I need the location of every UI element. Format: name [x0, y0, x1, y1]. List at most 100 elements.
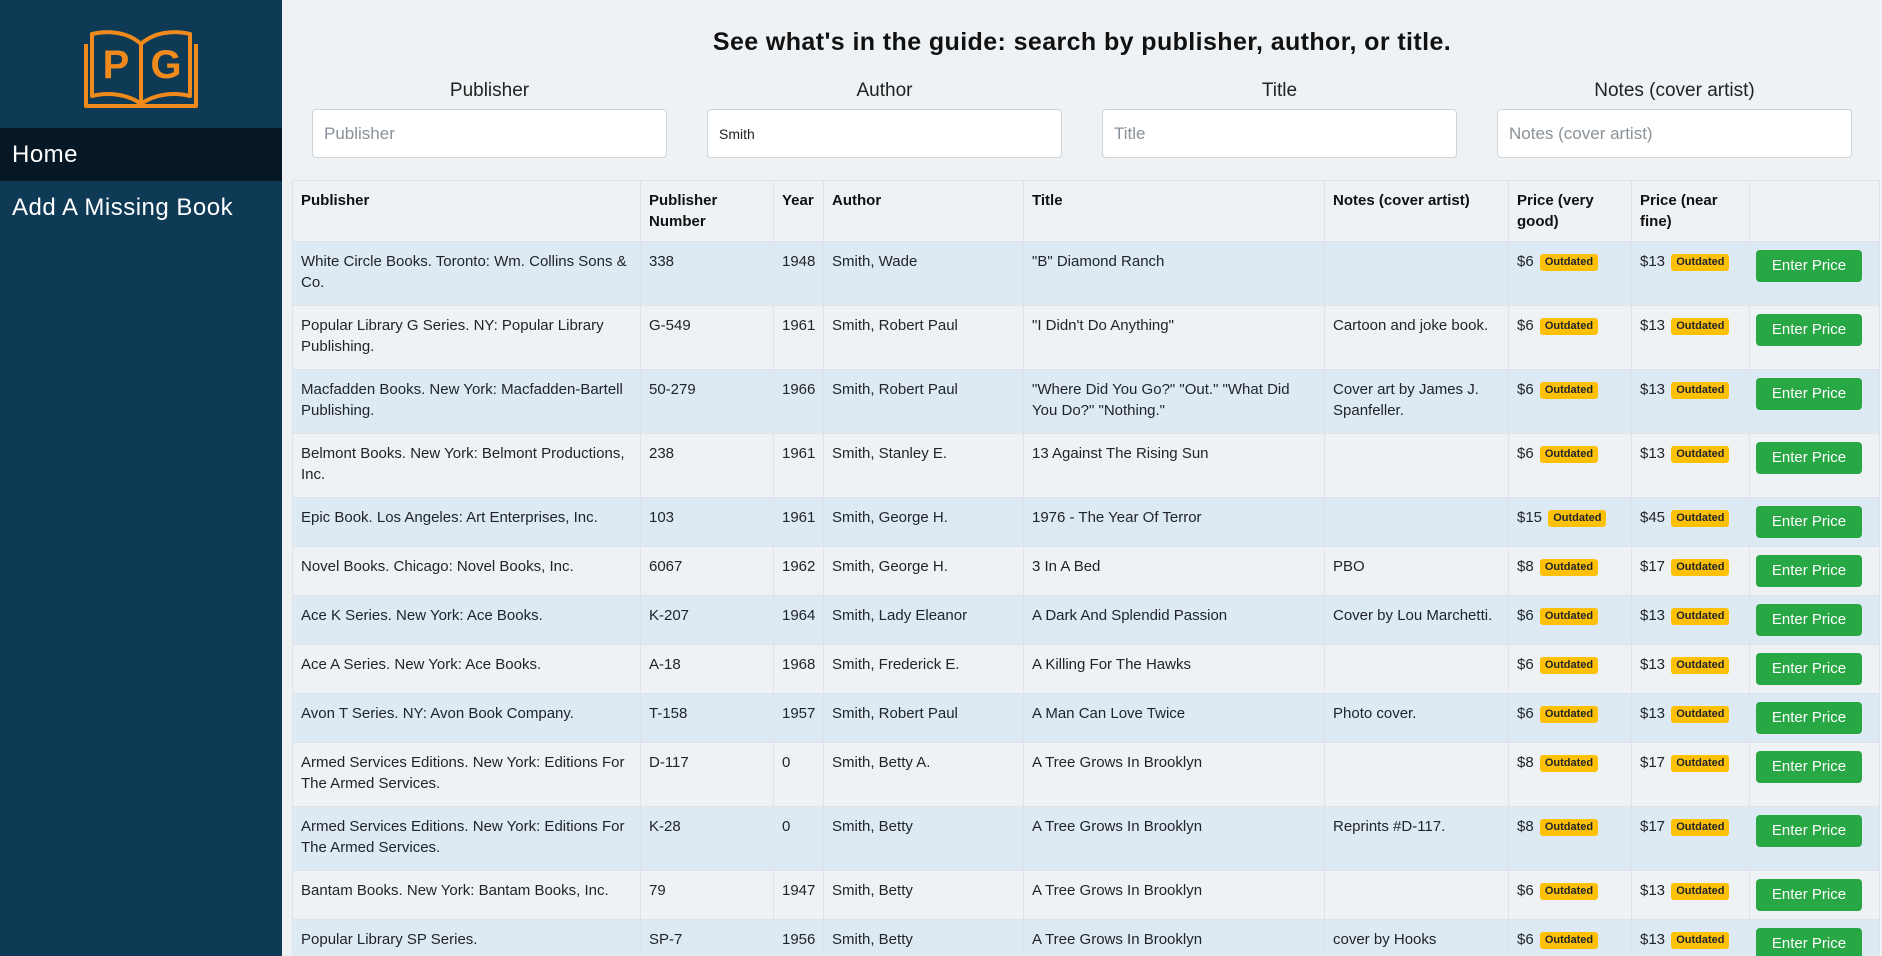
cell-title: A Killing For The Hawks: [1023, 644, 1325, 694]
header-publisher[interactable]: Publisher: [292, 180, 641, 242]
cell-notes: [1324, 870, 1509, 920]
enter-price-button[interactable]: Enter Price: [1756, 751, 1862, 783]
price-value: $15: [1517, 509, 1543, 526]
header-notes[interactable]: Notes (cover artist): [1324, 180, 1509, 242]
cell-title: 13 Against The Rising Sun: [1023, 433, 1325, 498]
cell-actions: Enter Price: [1749, 433, 1880, 498]
cell-publisher-number: K-207: [640, 595, 774, 645]
cell-title: A Tree Grows In Brooklyn: [1023, 742, 1325, 807]
table-row: Macfadden Books. New York: Macfadden-Bar…: [292, 369, 1880, 434]
table-row: Bantam Books. New York: Bantam Books, In…: [292, 870, 1880, 920]
cell-author: Smith, Stanley E.: [823, 433, 1024, 498]
header-price-near-fine[interactable]: Price (near fine): [1631, 180, 1750, 242]
nav-home[interactable]: Home: [0, 128, 282, 181]
enter-price-button[interactable]: Enter Price: [1756, 442, 1862, 474]
enter-price-button[interactable]: Enter Price: [1756, 314, 1862, 346]
price-value: $6: [1517, 445, 1534, 462]
table-row: Belmont Books. New York: Belmont Product…: [292, 433, 1880, 498]
pg-book-logo[interactable]: P G: [84, 24, 198, 108]
table-row: White Circle Books. Toronto: Wm. Collins…: [292, 241, 1880, 306]
table-row: Novel Books. Chicago: Novel Books, Inc. …: [292, 546, 1880, 596]
cell-price-near-fine: $13 Outdated: [1631, 305, 1750, 370]
title-search-input[interactable]: [1102, 109, 1457, 158]
outdated-badge: Outdated: [1539, 559, 1599, 576]
header-publisher-number[interactable]: Publisher Number: [640, 180, 774, 242]
publisher-filter-label: Publisher: [449, 80, 530, 101]
cell-publisher-number: 103: [640, 497, 774, 547]
table-row: Ace K Series. New York: Ace Books. K-207…: [292, 595, 1880, 645]
cell-actions: Enter Price: [1749, 369, 1880, 434]
outdated-badge: Outdated: [1539, 883, 1599, 900]
cell-actions: Enter Price: [1749, 595, 1880, 645]
enter-price-button[interactable]: Enter Price: [1756, 604, 1862, 636]
cell-actions: Enter Price: [1749, 693, 1880, 743]
enter-price-button[interactable]: Enter Price: [1756, 653, 1862, 685]
cell-actions: Enter Price: [1749, 919, 1880, 956]
cell-author: Smith, Betty: [823, 919, 1024, 956]
cell-price-very-good: $6 Outdated: [1508, 433, 1632, 498]
cell-author: Smith, Betty A.: [823, 742, 1024, 807]
cell-price-near-fine: $17 Outdated: [1631, 546, 1750, 596]
price-value: $13: [1640, 705, 1666, 722]
cell-price-very-good: $6 Outdated: [1508, 241, 1632, 306]
price-value: $13: [1640, 656, 1666, 673]
price-value: $13: [1640, 317, 1666, 334]
price-value: $13: [1640, 931, 1666, 948]
cell-author: Smith, Betty: [823, 806, 1024, 871]
price-value: $6: [1517, 607, 1534, 624]
cell-notes: Cover by Lou Marchetti.: [1324, 595, 1509, 645]
enter-price-button[interactable]: Enter Price: [1756, 879, 1862, 911]
cell-year: 1962: [773, 546, 824, 596]
author-filter: Author: [707, 80, 1062, 158]
cell-author: Smith, George H.: [823, 497, 1024, 547]
table-row: Avon T Series. NY: Avon Book Company. T-…: [292, 693, 1880, 743]
enter-price-button[interactable]: Enter Price: [1756, 506, 1862, 538]
enter-price-button[interactable]: Enter Price: [1756, 702, 1862, 734]
price-value: $13: [1640, 882, 1666, 899]
outdated-badge: Outdated: [1539, 382, 1599, 399]
publisher-filter: Publisher: [312, 80, 667, 158]
outdated-badge: Outdated: [1539, 254, 1599, 271]
cell-publisher-number: K-28: [640, 806, 774, 871]
cell-year: 1957: [773, 693, 824, 743]
header-year[interactable]: Year: [773, 180, 824, 242]
cell-notes: [1324, 742, 1509, 807]
header-title[interactable]: Title: [1023, 180, 1325, 242]
cell-actions: Enter Price: [1749, 806, 1880, 871]
cell-price-near-fine: $17 Outdated: [1631, 742, 1750, 807]
publisher-search-input[interactable]: [312, 109, 667, 158]
cell-price-very-good: $6 Outdated: [1508, 870, 1632, 920]
price-value: $8: [1517, 754, 1534, 771]
enter-price-button[interactable]: Enter Price: [1756, 250, 1862, 282]
enter-price-button[interactable]: Enter Price: [1756, 815, 1862, 847]
enter-price-button[interactable]: Enter Price: [1756, 378, 1862, 410]
table-row: Armed Services Editions. New York: Editi…: [292, 742, 1880, 807]
header-price-very-good[interactable]: Price (very good): [1508, 180, 1632, 242]
cell-title: "B" Diamond Ranch: [1023, 241, 1325, 306]
cell-publisher: Novel Books. Chicago: Novel Books, Inc.: [292, 546, 641, 596]
enter-price-button[interactable]: Enter Price: [1756, 928, 1862, 956]
outdated-badge: Outdated: [1671, 510, 1730, 527]
main-content: See what's in the guide: search by publi…: [282, 0, 1882, 956]
cell-title: "I Didn't Do Anything": [1023, 305, 1325, 370]
price-value: $13: [1640, 381, 1666, 398]
outdated-badge: Outdated: [1671, 706, 1730, 723]
nav-add-missing-book[interactable]: Add A Missing Book: [0, 181, 282, 234]
cell-year: 1948: [773, 241, 824, 306]
cell-publisher-number: 79: [640, 870, 774, 920]
cell-author: Smith, Robert Paul: [823, 305, 1024, 370]
logo-letter-p: P: [103, 43, 130, 87]
author-search-input[interactable]: [707, 109, 1062, 158]
cell-publisher-number: G-549: [640, 305, 774, 370]
cell-notes: Cartoon and joke book.: [1324, 305, 1509, 370]
cell-year: 1961: [773, 497, 824, 547]
books-table: Publisher Publisher Number Year Author T…: [292, 180, 1880, 956]
cell-publisher: Ace K Series. New York: Ace Books.: [292, 595, 641, 645]
header-author[interactable]: Author: [823, 180, 1024, 242]
cell-price-very-good: $8 Outdated: [1508, 806, 1632, 871]
title-filter: Title: [1102, 80, 1457, 158]
enter-price-button[interactable]: Enter Price: [1756, 555, 1862, 587]
cell-year: 0: [773, 742, 824, 807]
cell-notes: Cover art by James J. Spanfeller.: [1324, 369, 1509, 434]
notes-search-input[interactable]: [1497, 109, 1852, 158]
